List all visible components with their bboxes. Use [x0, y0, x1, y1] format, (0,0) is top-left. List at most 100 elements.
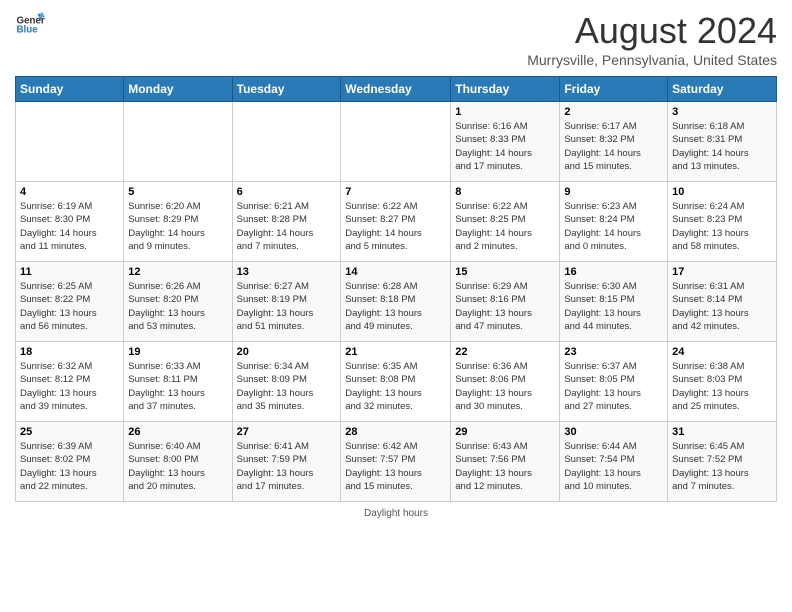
day-info: Sunrise: 6:19 AM Sunset: 8:30 PM Dayligh… [20, 200, 119, 253]
day-number: 25 [20, 426, 119, 438]
calendar-week-row: 11 Sunrise: 6:25 AM Sunset: 8:22 PM Dayli… [16, 262, 777, 342]
day-info: Sunrise: 6:24 AM Sunset: 8:23 PM Dayligh… [672, 200, 772, 253]
day-info: Sunrise: 6:32 AM Sunset: 8:12 PM Dayligh… [20, 360, 119, 413]
days-of-week-row: SundayMondayTuesdayWednesdayThursdayFrid… [16, 77, 777, 102]
day-info: Sunrise: 6:22 AM Sunset: 8:25 PM Dayligh… [455, 200, 555, 253]
day-number: 11 [20, 266, 119, 278]
day-number: 17 [672, 266, 772, 278]
day-info: Sunrise: 6:20 AM Sunset: 8:29 PM Dayligh… [128, 200, 227, 253]
calendar-cell: 28 Sunrise: 6:42 AM Sunset: 7:57 PM Dayli… [341, 422, 451, 502]
day-info: Sunrise: 6:45 AM Sunset: 7:52 PM Dayligh… [672, 440, 772, 493]
day-number: 3 [672, 106, 772, 118]
calendar-cell: 5 Sunrise: 6:20 AM Sunset: 8:29 PM Daylig… [124, 182, 232, 262]
day-number: 2 [564, 106, 663, 118]
calendar-cell: 29Sunrise: 6:43 AM Sunset: 7:56 PM Dayli… [451, 422, 560, 502]
day-info: Sunrise: 6:42 AM Sunset: 7:57 PM Dayligh… [345, 440, 446, 493]
day-info: Sunrise: 6:28 AM Sunset: 8:18 PM Dayligh… [345, 280, 446, 333]
day-info: Sunrise: 6:36 AM Sunset: 8:06 PM Dayligh… [455, 360, 555, 413]
day-info: Sunrise: 6:18 AM Sunset: 8:31 PM Dayligh… [672, 120, 772, 173]
day-number: 10 [672, 186, 772, 198]
day-number: 21 [345, 346, 446, 358]
day-number: 28 [345, 426, 446, 438]
day-info: Sunrise: 6:29 AM Sunset: 8:16 PM Dayligh… [455, 280, 555, 333]
logo-icon: General Blue [15, 10, 45, 40]
calendar-cell [124, 102, 232, 182]
logo: General Blue [15, 10, 45, 40]
day-of-week-header: Monday [124, 77, 232, 102]
daylight-label: Daylight hours [364, 508, 428, 519]
day-number: 23 [564, 346, 663, 358]
day-number: 14 [345, 266, 446, 278]
svg-text:Blue: Blue [17, 25, 39, 36]
day-info: Sunrise: 6:44 AM Sunset: 7:54 PM Dayligh… [564, 440, 663, 493]
day-info: Sunrise: 6:31 AM Sunset: 8:14 PM Dayligh… [672, 280, 772, 333]
calendar-cell: 26 Sunrise: 6:40 AM Sunset: 8:00 PM Dayli… [124, 422, 232, 502]
location-subtitle: Murrysville, Pennsylvania, United States [527, 52, 777, 68]
calendar-cell: 19 Sunrise: 6:33 AM Sunset: 8:11 PM Dayli… [124, 342, 232, 422]
calendar-cell: 14 Sunrise: 6:28 AM Sunset: 8:18 PM Dayli… [341, 262, 451, 342]
calendar-cell: 7Sunrise: 6:22 AM Sunset: 8:27 PM Daylig… [341, 182, 451, 262]
calendar-cell: 12 Sunrise: 6:26 AM Sunset: 8:20 PM Dayli… [124, 262, 232, 342]
day-info: Sunrise: 6:41 AM Sunset: 7:59 PM Dayligh… [237, 440, 337, 493]
day-number: 19 [128, 346, 227, 358]
calendar-cell [232, 102, 341, 182]
day-info: Sunrise: 6:30 AM Sunset: 8:15 PM Dayligh… [564, 280, 663, 333]
calendar-cell: 4 Sunrise: 6:19 AM Sunset: 8:30 PM Daylig… [16, 182, 124, 262]
calendar-cell [16, 102, 124, 182]
day-info: Sunrise: 6:35 AM Sunset: 8:08 PM Dayligh… [345, 360, 446, 413]
day-info: Sunrise: 6:25 AM Sunset: 8:22 PM Dayligh… [20, 280, 119, 333]
day-number: 1 [455, 106, 555, 118]
page-header: General Blue August 2024 Murrysville, Pe… [15, 10, 777, 68]
footer: Daylight hours [15, 508, 777, 519]
calendar-cell: 23 Sunrise: 6:37 AM Sunset: 8:05 PM Dayli… [560, 342, 668, 422]
day-number: 4 [20, 186, 119, 198]
calendar-cell: 27 Sunrise: 6:41 AM Sunset: 7:59 PM Dayli… [232, 422, 341, 502]
day-number: 7 [345, 186, 446, 198]
day-number: 20 [237, 346, 337, 358]
calendar-cell: 22 Sunrise: 6:36 AM Sunset: 8:06 PM Dayli… [451, 342, 560, 422]
day-number: 9 [564, 186, 663, 198]
day-info: Sunrise: 6:23 AM Sunset: 8:24 PM Dayligh… [564, 200, 663, 253]
calendar-week-row: 4 Sunrise: 6:19 AM Sunset: 8:30 PM Daylig… [16, 182, 777, 262]
calendar-cell: 25 Sunrise: 6:39 AM Sunset: 8:02 PM Dayli… [16, 422, 124, 502]
day-of-week-header: Sunday [16, 77, 124, 102]
calendar-cell: 20 Sunrise: 6:34 AM Sunset: 8:09 PM Dayli… [232, 342, 341, 422]
calendar-cell: 13 Sunrise: 6:27 AM Sunset: 8:19 PM Dayli… [232, 262, 341, 342]
title-area: August 2024 Murrysville, Pennsylvania, U… [527, 10, 777, 68]
calendar-cell: 18 Sunrise: 6:32 AM Sunset: 8:12 PM Dayli… [16, 342, 124, 422]
calendar-cell: 8Sunrise: 6:22 AM Sunset: 8:25 PM Daylig… [451, 182, 560, 262]
day-info: Sunrise: 6:37 AM Sunset: 8:05 PM Dayligh… [564, 360, 663, 413]
day-info: Sunrise: 6:26 AM Sunset: 8:20 PM Dayligh… [128, 280, 227, 333]
calendar-body: 1 Sunrise: 6:16 AM Sunset: 8:33 PM Daylig… [16, 102, 777, 502]
day-number: 15 [455, 266, 555, 278]
day-number: 27 [237, 426, 337, 438]
day-info: Sunrise: 6:40 AM Sunset: 8:00 PM Dayligh… [128, 440, 227, 493]
calendar-cell: 24Sunrise: 6:38 AM Sunset: 8:03 PM Dayli… [668, 342, 777, 422]
day-number: 5 [128, 186, 227, 198]
calendar-cell: 9 Sunrise: 6:23 AM Sunset: 8:24 PM Daylig… [560, 182, 668, 262]
calendar-cell: 17 Sunrise: 6:31 AM Sunset: 8:14 PM Dayli… [668, 262, 777, 342]
day-info: Sunrise: 6:38 AM Sunset: 8:03 PM Dayligh… [672, 360, 772, 413]
calendar-cell: 31Sunrise: 6:45 AM Sunset: 7:52 PM Dayli… [668, 422, 777, 502]
day-number: 13 [237, 266, 337, 278]
day-number: 18 [20, 346, 119, 358]
calendar-cell: 6Sunrise: 6:21 AM Sunset: 8:28 PM Daylig… [232, 182, 341, 262]
day-number: 16 [564, 266, 663, 278]
calendar-table: SundayMondayTuesdayWednesdayThursdayFrid… [15, 76, 777, 502]
day-info: Sunrise: 6:39 AM Sunset: 8:02 PM Dayligh… [20, 440, 119, 493]
day-number: 22 [455, 346, 555, 358]
calendar-cell: 3 Sunrise: 6:18 AM Sunset: 8:31 PM Daylig… [668, 102, 777, 182]
day-number: 6 [237, 186, 337, 198]
day-number: 12 [128, 266, 227, 278]
day-number: 26 [128, 426, 227, 438]
calendar-cell [341, 102, 451, 182]
calendar-cell: 16 Sunrise: 6:30 AM Sunset: 8:15 PM Dayli… [560, 262, 668, 342]
day-info: Sunrise: 6:17 AM Sunset: 8:32 PM Dayligh… [564, 120, 663, 173]
day-info: Sunrise: 6:27 AM Sunset: 8:19 PM Dayligh… [237, 280, 337, 333]
day-info: Sunrise: 6:33 AM Sunset: 8:11 PM Dayligh… [128, 360, 227, 413]
day-info: Sunrise: 6:16 AM Sunset: 8:33 PM Dayligh… [455, 120, 555, 173]
day-number: 29 [455, 426, 555, 438]
day-of-week-header: Tuesday [232, 77, 341, 102]
day-info: Sunrise: 6:34 AM Sunset: 8:09 PM Dayligh… [237, 360, 337, 413]
day-of-week-header: Thursday [451, 77, 560, 102]
